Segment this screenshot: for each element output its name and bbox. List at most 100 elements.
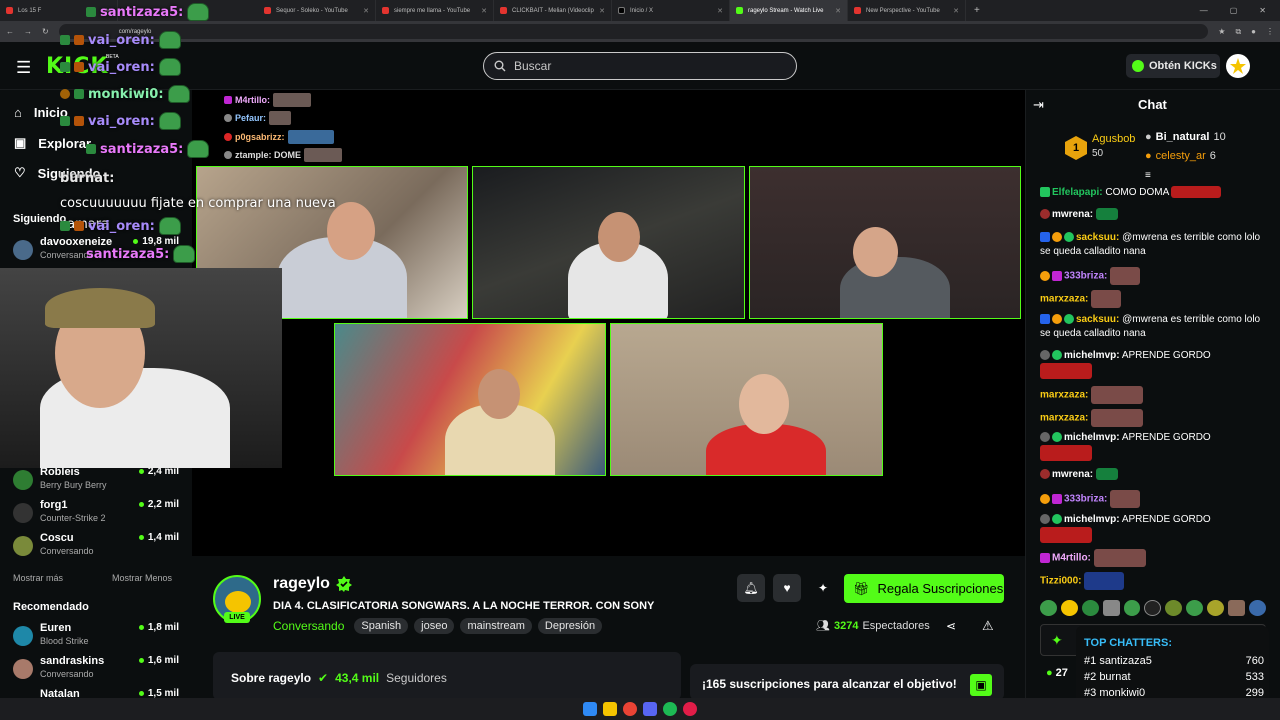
viewers-icon: 👥︎ [816, 620, 830, 632]
report-icon[interactable]: ⚠ [982, 618, 994, 634]
spotify-icon[interactable] [663, 702, 677, 716]
emote-image [1040, 445, 1092, 461]
badge-icon [1052, 314, 1062, 325]
browser-tab[interactable]: Inicio / X ✕ [612, 0, 730, 21]
star-icon[interactable]: ★ [1218, 27, 1225, 36]
recommended-channel[interactable]: Euren Blood Strike 1,8 mil [13, 622, 179, 652]
get-kicks-button[interactable]: Obtén KICKs [1126, 54, 1220, 78]
top-gifter-name[interactable]: Agusbob [1092, 133, 1135, 145]
emote-icon[interactable] [1186, 600, 1204, 616]
app-icon[interactable] [683, 702, 697, 716]
browser-tab[interactable]: siempre me llama - YouTube ✕ [376, 0, 494, 21]
file-explorer-icon[interactable] [603, 702, 617, 716]
forward-icon[interactable]: → [24, 27, 32, 36]
following-channel[interactable]: forg1 Counter-Strike 2 2,2 mil [13, 499, 179, 529]
sparkle-button[interactable]: ✦ [809, 574, 837, 602]
extensions-icon[interactable]: ⧉ [1235, 27, 1241, 37]
close-tab-icon[interactable]: ✕ [599, 7, 605, 15]
browser-tab[interactable]: New Perspective - YouTube ✕ [848, 0, 966, 21]
emote-icon[interactable] [1102, 600, 1120, 616]
channel-name[interactable]: rageylo [273, 575, 330, 593]
avatar [13, 659, 33, 679]
tag[interactable]: joseo [414, 618, 455, 634]
minimize-icon[interactable]: — [1200, 6, 1208, 15]
new-tab-icon[interactable]: + [974, 5, 980, 16]
recommended-channel[interactable]: sandraskins Conversando 1,6 mil [13, 655, 179, 685]
search-input[interactable]: Buscar [483, 52, 797, 80]
gifter-name[interactable]: Bi_natural [1156, 131, 1210, 143]
maximize-icon[interactable]: ▢ [1230, 6, 1238, 15]
badge-icon [1040, 209, 1050, 220]
browser-tab-active[interactable]: rageylo Stream - Watch Live ✕ [730, 0, 848, 21]
compass-icon: ▣ [14, 135, 27, 150]
badge-icon [1064, 314, 1074, 325]
heart-icon: ♡ [14, 165, 26, 180]
sparkle-icon: ✦ [1051, 632, 1063, 648]
tag[interactable]: mainstream [460, 618, 532, 634]
chrome-icon[interactable] [623, 702, 637, 716]
reload-icon[interactable]: ↻ [42, 27, 49, 36]
close-tab-icon[interactable]: ✕ [953, 7, 959, 15]
emote-image [1110, 267, 1141, 285]
kicks-coin-icon [1132, 60, 1144, 72]
chat-message: 333briza: [1040, 490, 1270, 508]
tag[interactable]: Spanish [354, 618, 409, 634]
emote-image [273, 93, 311, 107]
chat-message: michelmvp: APRENDE GORDO [1040, 349, 1270, 379]
emote-icon[interactable] [1123, 600, 1141, 616]
badge-icon [86, 144, 96, 154]
tag[interactable]: Depresión [537, 618, 603, 634]
close-tab-icon[interactable]: ✕ [481, 7, 487, 15]
hamburger-menu-icon[interactable]: ☰ [16, 58, 31, 78]
gift-icon[interactable]: ▣ [970, 674, 992, 696]
follow-button[interactable]: ♥ [773, 574, 801, 602]
badge-icon [224, 96, 232, 104]
emote-image [1091, 409, 1144, 427]
emote-bar [1040, 600, 1266, 618]
browser-tab[interactable]: Sequor - Soleko - YouTube ✕ [258, 0, 376, 21]
close-tab-icon[interactable]: ✕ [363, 7, 369, 15]
following-channel[interactable]: Robleis Berry Bury Berry 2,4 mil [13, 466, 179, 496]
emote-icon[interactable] [1249, 600, 1266, 616]
verified-badge-icon: ✔ [318, 671, 329, 685]
notification-bell-button[interactable]: 🔔︎ [737, 574, 765, 602]
show-less-link[interactable]: Mostrar Menos [112, 573, 172, 583]
gift-subscriptions-button[interactable]: 🎁︎ Regala Suscripciones [844, 574, 1004, 603]
close-tab-icon[interactable]: ✕ [835, 7, 841, 15]
emote-icon[interactable] [1081, 600, 1099, 616]
emote-icon[interactable] [1060, 600, 1078, 616]
collapse-chat-icon[interactable]: ⇥ [1033, 97, 1044, 113]
live-dot-icon [138, 625, 144, 630]
close-window-icon[interactable]: ✕ [1259, 6, 1266, 15]
video-tile [334, 323, 606, 476]
top-gifter-count: 50 [1092, 148, 1104, 159]
emote-icon[interactable] [1144, 600, 1162, 616]
browser-tab[interactable]: CLICKBAIT - Melian (Videoclip ✕ [494, 0, 612, 21]
following-channel[interactable]: Coscu Conversando 1,4 mil [13, 532, 179, 562]
recommended-header: Recomendado [13, 601, 89, 613]
address-field[interactable]: com/rageylo [58, 24, 1209, 39]
profile-icon[interactable]: ● [1251, 27, 1256, 36]
avatar [13, 470, 33, 490]
close-tab-icon[interactable]: ✕ [717, 7, 723, 15]
show-more-link[interactable]: Mostrar más [13, 573, 63, 583]
back-icon[interactable]: ← [6, 27, 14, 36]
menu-dots-icon[interactable]: ⋮ [1266, 27, 1274, 36]
live-dot-icon [133, 239, 139, 244]
expand-gifters-icon[interactable]: ≡ [1145, 170, 1151, 181]
share-icon[interactable]: ⋖ [946, 619, 956, 633]
badge-icon [1052, 494, 1062, 504]
category-link[interactable]: Conversando [273, 619, 344, 633]
emote-icon[interactable] [1228, 600, 1246, 616]
user-avatar[interactable] [1226, 54, 1250, 78]
emote-icon[interactable] [1165, 600, 1183, 616]
sub-goal-text: ¡165 suscripciones para alcanzar el obje… [702, 677, 957, 691]
emote-icon[interactable] [1040, 600, 1057, 616]
gifter-name[interactable]: celesty_ar [1156, 150, 1206, 162]
emote-icon[interactable] [1207, 600, 1225, 616]
discord-icon[interactable] [643, 702, 657, 716]
live-dot-icon [138, 535, 144, 540]
windows-start-icon[interactable] [583, 702, 597, 716]
nav-explore[interactable]: ▣ Explorar [14, 135, 91, 151]
chat-message: mwrena: [1040, 208, 1270, 222]
